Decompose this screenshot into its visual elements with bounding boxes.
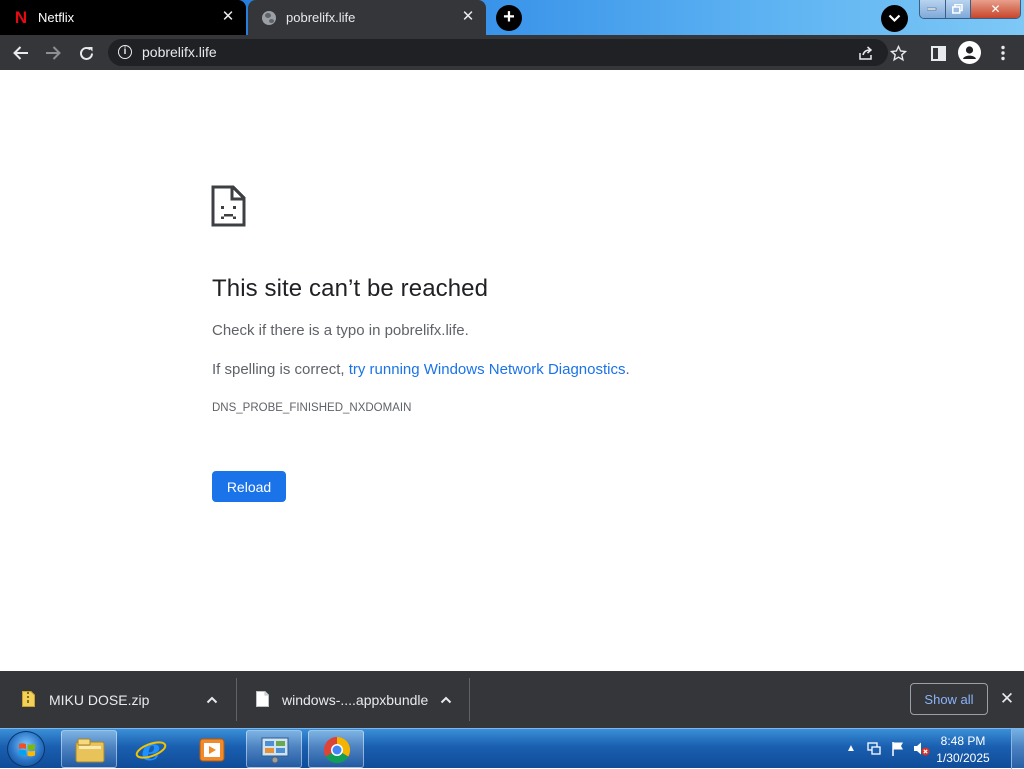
media-player-icon <box>199 738 225 762</box>
avatar-icon <box>963 46 976 59</box>
minimize-icon <box>927 7 937 11</box>
close-shelf-button[interactable]: ✕ <box>997 689 1017 709</box>
taskbar-internet-explorer[interactable]: e <box>122 730 178 768</box>
bookmark-button[interactable] <box>887 42 909 64</box>
show-desktop-button[interactable] <box>1011 729 1024 769</box>
chrome-icon <box>323 736 351 764</box>
error-code: DNS_PROBE_FINISHED_NXDOMAIN <box>212 402 412 414</box>
taskbar-chrome[interactable] <box>308 730 364 768</box>
internet-explorer-icon: e <box>135 735 167 765</box>
side-panel-button[interactable] <box>927 42 949 64</box>
show-all-button[interactable]: Show all <box>910 683 988 715</box>
divider <box>469 678 470 721</box>
file-icon <box>256 691 269 707</box>
arrow-right-icon <box>46 46 61 60</box>
refresh-icon <box>79 46 93 60</box>
star-icon <box>889 44 907 61</box>
window-controls: ✕ <box>919 0 1021 19</box>
windows-taskbar: e ▲ 8:48 PM 1/30/2025 <box>0 728 1024 769</box>
volume-muted-icon[interactable] <box>912 740 930 757</box>
download-item[interactable]: MIKU DOSE.zip <box>0 671 236 728</box>
spelling-prefix: If spelling is correct, <box>212 361 349 378</box>
action-center-icon[interactable] <box>866 741 882 757</box>
menu-button[interactable] <box>992 42 1014 64</box>
show-hidden-icons-button[interactable]: ▲ <box>846 743 856 754</box>
back-button[interactable] <box>10 42 32 64</box>
page-content: This site can’t be reached Check if ther… <box>0 70 1024 671</box>
zip-file-icon <box>22 691 35 707</box>
flag-icon[interactable] <box>890 740 906 757</box>
info-icon[interactable]: i <box>118 45 132 59</box>
reload-button[interactable]: Reload <box>212 471 286 502</box>
globe-icon <box>262 10 276 25</box>
address-text[interactable]: pobrelifx.life <box>142 44 217 60</box>
divider <box>236 678 237 721</box>
tab-search-button[interactable] <box>881 5 908 32</box>
windows-logo-icon <box>19 743 35 757</box>
restore-icon <box>952 4 963 14</box>
profile-button[interactable] <box>958 41 981 64</box>
taskbar-control-panel[interactable] <box>246 730 302 768</box>
side-panel-icon <box>930 45 946 61</box>
download-filename: windows-....appxbundle <box>282 692 429 708</box>
more-vert-icon <box>1001 45 1005 61</box>
browser-titlebar: N Netflix ✕ pobrelifx.life ✕ + ✕ <box>0 0 1024 35</box>
browser-toolbar: i pobrelifx.life <box>0 35 1024 70</box>
tab-title: pobrelifx.life <box>286 10 356 25</box>
new-tab-button[interactable]: + <box>496 5 522 31</box>
chevron-down-icon <box>888 14 901 23</box>
network-diagnostics-link[interactable]: try running Windows Network Diagnostics <box>349 361 626 378</box>
download-shelf: MIKU DOSE.zip windows-....appxbundle Sho… <box>0 671 1024 728</box>
tab-pobrelifx[interactable]: pobrelifx.life ✕ <box>248 0 486 35</box>
forward-button[interactable] <box>42 42 64 64</box>
svg-text:e: e <box>141 735 160 765</box>
reload-toolbar-button[interactable] <box>75 42 97 64</box>
share-icon <box>858 46 872 60</box>
restore-button[interactable] <box>945 0 971 18</box>
control-panel-icon <box>261 737 289 764</box>
error-spelling-hint: If spelling is correct, try running Wind… <box>212 361 630 378</box>
file-explorer-icon <box>75 738 105 763</box>
address-bar[interactable]: i pobrelifx.life <box>108 39 888 66</box>
error-suggestion: Check if there is a typo in pobrelifx.li… <box>212 322 469 339</box>
arrow-left-icon <box>13 46 28 60</box>
close-tab-button[interactable]: ✕ <box>460 9 476 25</box>
start-button[interactable] <box>7 731 45 767</box>
netflix-icon: N <box>14 7 28 27</box>
error-title: This site can’t be reached <box>212 275 489 302</box>
close-icon: ✕ <box>990 2 1001 16</box>
close-tab-button[interactable]: ✕ <box>220 9 236 25</box>
minimize-button[interactable] <box>920 0 946 18</box>
chevron-up-icon[interactable] <box>440 692 452 707</box>
taskbar-media-player[interactable] <box>183 730 239 768</box>
sad-document-icon <box>211 185 246 227</box>
share-button[interactable] <box>855 42 877 64</box>
download-item[interactable]: windows-....appxbundle <box>238 671 468 728</box>
tab-title: Netflix <box>38 10 75 25</box>
download-filename: MIKU DOSE.zip <box>49 692 150 708</box>
chevron-up-icon[interactable] <box>206 692 218 707</box>
taskbar-file-explorer[interactable] <box>61 730 117 768</box>
spelling-suffix: . <box>625 361 630 378</box>
close-icon: ✕ <box>999 689 1015 708</box>
tab-netflix[interactable]: N Netflix ✕ <box>0 0 246 35</box>
clock-date[interactable]: 1/30/2025 <box>930 751 996 765</box>
clock-time[interactable]: 8:48 PM <box>930 734 996 748</box>
close-window-button[interactable]: ✕ <box>971 0 1020 18</box>
